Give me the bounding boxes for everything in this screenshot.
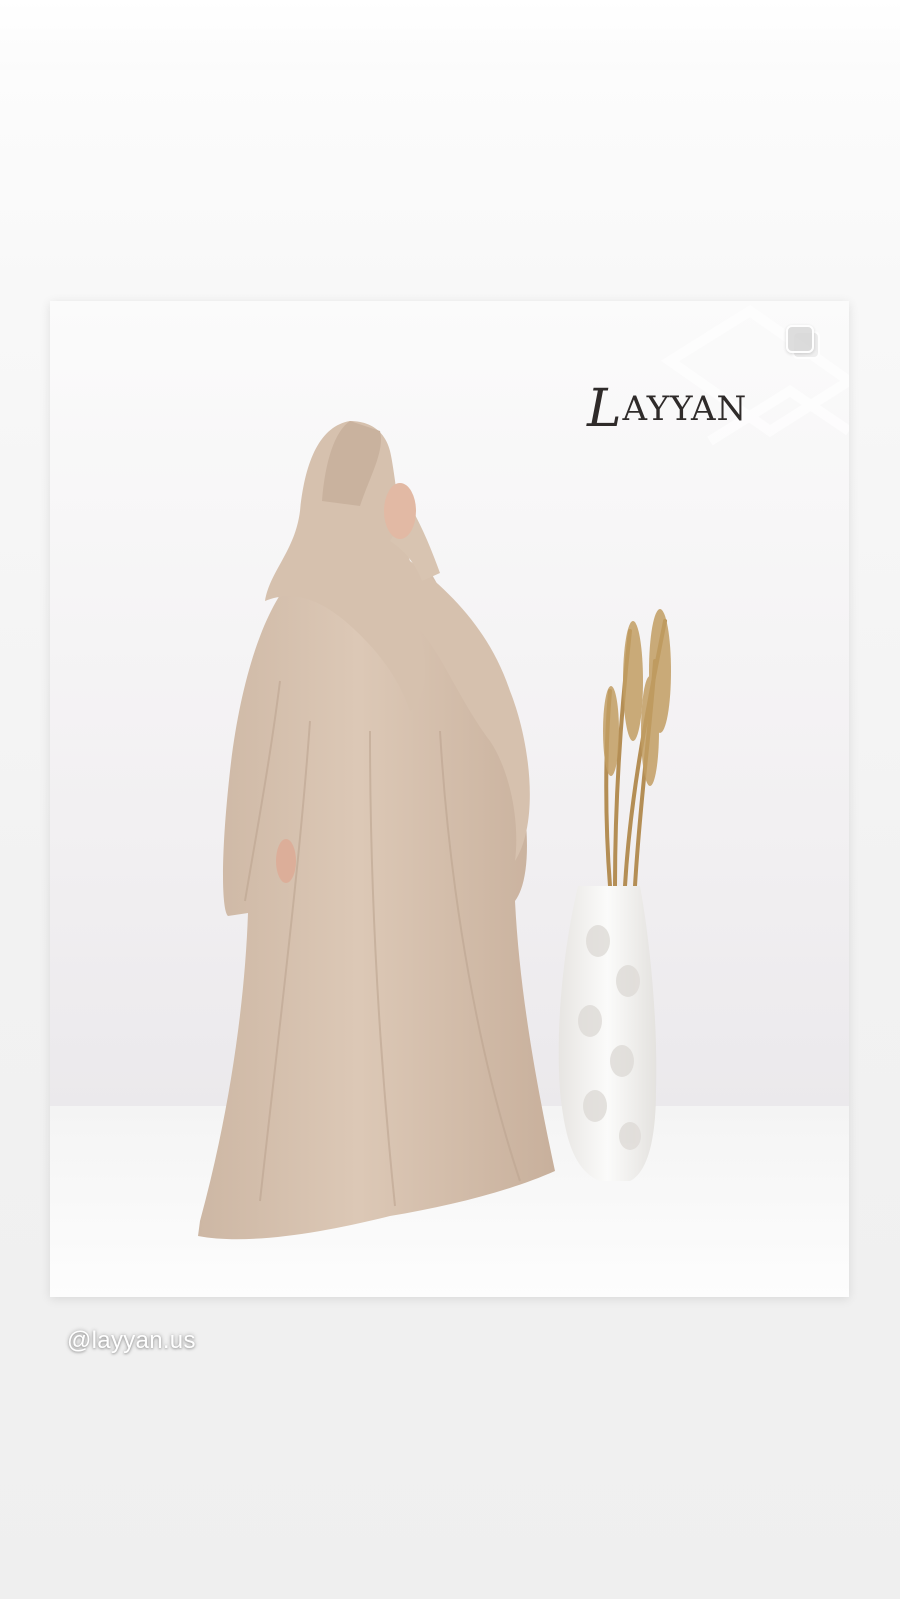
story-media-card[interactable]: LAYYAN bbox=[50, 301, 849, 1297]
product-photo bbox=[50, 301, 849, 1297]
brand-logo-text: AYYAN bbox=[622, 389, 748, 429]
username-mention[interactable]: @layyan.us bbox=[67, 1327, 196, 1355]
multiple-posts-icon[interactable] bbox=[786, 325, 820, 361]
brand-logo: LAYYAN bbox=[587, 379, 748, 439]
story-top-bar bbox=[0, 0, 900, 70]
multiple-posts-icon-front bbox=[786, 325, 814, 353]
